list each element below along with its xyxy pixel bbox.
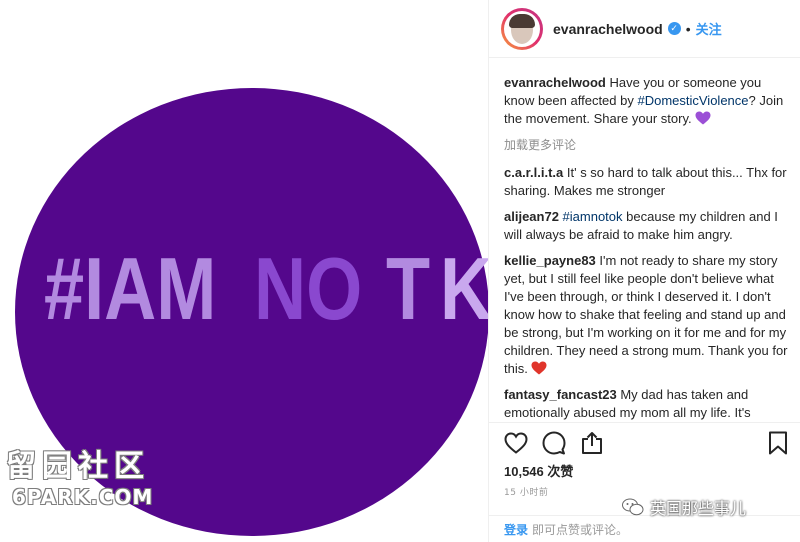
hashtag-graphic: #IAM NO T K (44, 243, 488, 333)
post-timestamp: 15 小时前 (504, 488, 549, 498)
caption-username[interactable]: evanrachelwood (504, 75, 606, 90)
caption-hashtag[interactable]: #DomesticViolence (637, 93, 748, 108)
list-item: c.a.r.l.i.t.a It' s so hard to talk abou… (504, 164, 794, 200)
share-icon[interactable] (579, 431, 605, 457)
list-item: alijean72 #iamnotok because my children … (504, 208, 794, 244)
login-suffix: 即可点赞或评论。 (532, 523, 629, 537)
follow-button[interactable]: 关注 (696, 19, 722, 38)
verified-icon: ✓ (667, 22, 681, 35)
comment-text: I'm not ready to share my story yet, but… (504, 253, 788, 376)
likes-count[interactable]: 10,546 次赞 (504, 461, 573, 480)
hashtag-part-iam: #IAM (44, 239, 217, 338)
watermark-cn-text: 留园社区 (6, 449, 150, 484)
hashtag-part-k: K (440, 239, 488, 338)
hashtag-part-t: T (386, 239, 431, 338)
avatar-hair (509, 13, 535, 28)
login-link[interactable]: 登录 (504, 521, 528, 538)
post-actions: 10,546 次赞 15 小时前 登录 即可点赞或评论。 (489, 422, 800, 542)
wechat-logo-icon (622, 498, 644, 516)
list-item: fantasy_fancast23 My dad has taken and e… (504, 386, 794, 422)
likes-number: 10,546 (504, 464, 544, 479)
hashtag-part-no: NO (254, 239, 363, 338)
avatar[interactable] (501, 7, 543, 50)
header-separator: • (685, 20, 691, 37)
avatar-photo (504, 10, 540, 47)
caption: evanrachelwood Have you or someone you k… (504, 74, 794, 128)
watermark-wechat: 英国那些事儿 (622, 494, 746, 520)
watermark-right-text: 英国那些事儿 (650, 499, 747, 518)
list-item: kellie_payne83 I'm not ready to share my… (504, 252, 794, 378)
comment-hashtag[interactable]: #iamnotok (559, 209, 623, 224)
post-header: evanrachelwood ✓ • 关注 (489, 0, 800, 58)
post-image[interactable]: #IAM NO T K 留园社区 6PARK.COM (0, 0, 488, 542)
likes-unit: 次赞 (547, 465, 574, 480)
comment-icon[interactable] (541, 431, 567, 457)
comment-username[interactable]: c.a.r.l.i.t.a (504, 165, 563, 180)
heart-icon[interactable] (503, 431, 529, 457)
comment-username[interactable]: fantasy_fancast23 (504, 387, 617, 402)
red-heart-icon (531, 361, 547, 375)
header-username[interactable]: evanrachelwood (553, 21, 663, 37)
comment-username[interactable]: kellie_payne83 (504, 253, 596, 268)
comments-list: evanrachelwood Have you or someone you k… (504, 74, 794, 422)
bookmark-icon[interactable] (765, 431, 791, 457)
load-more-comments[interactable]: 加载更多评论 (504, 136, 794, 154)
watermark-6park: 留园社区 6PARK.COM (6, 450, 176, 520)
purple-heart-icon (695, 111, 711, 125)
post-side-panel: evanrachelwood ✓ • 关注 evanrachelwood Hav… (488, 0, 800, 542)
watermark-en-text: 6PARK.COM (12, 485, 154, 509)
comment-username[interactable]: alijean72 (504, 209, 559, 224)
action-icons (503, 431, 791, 457)
